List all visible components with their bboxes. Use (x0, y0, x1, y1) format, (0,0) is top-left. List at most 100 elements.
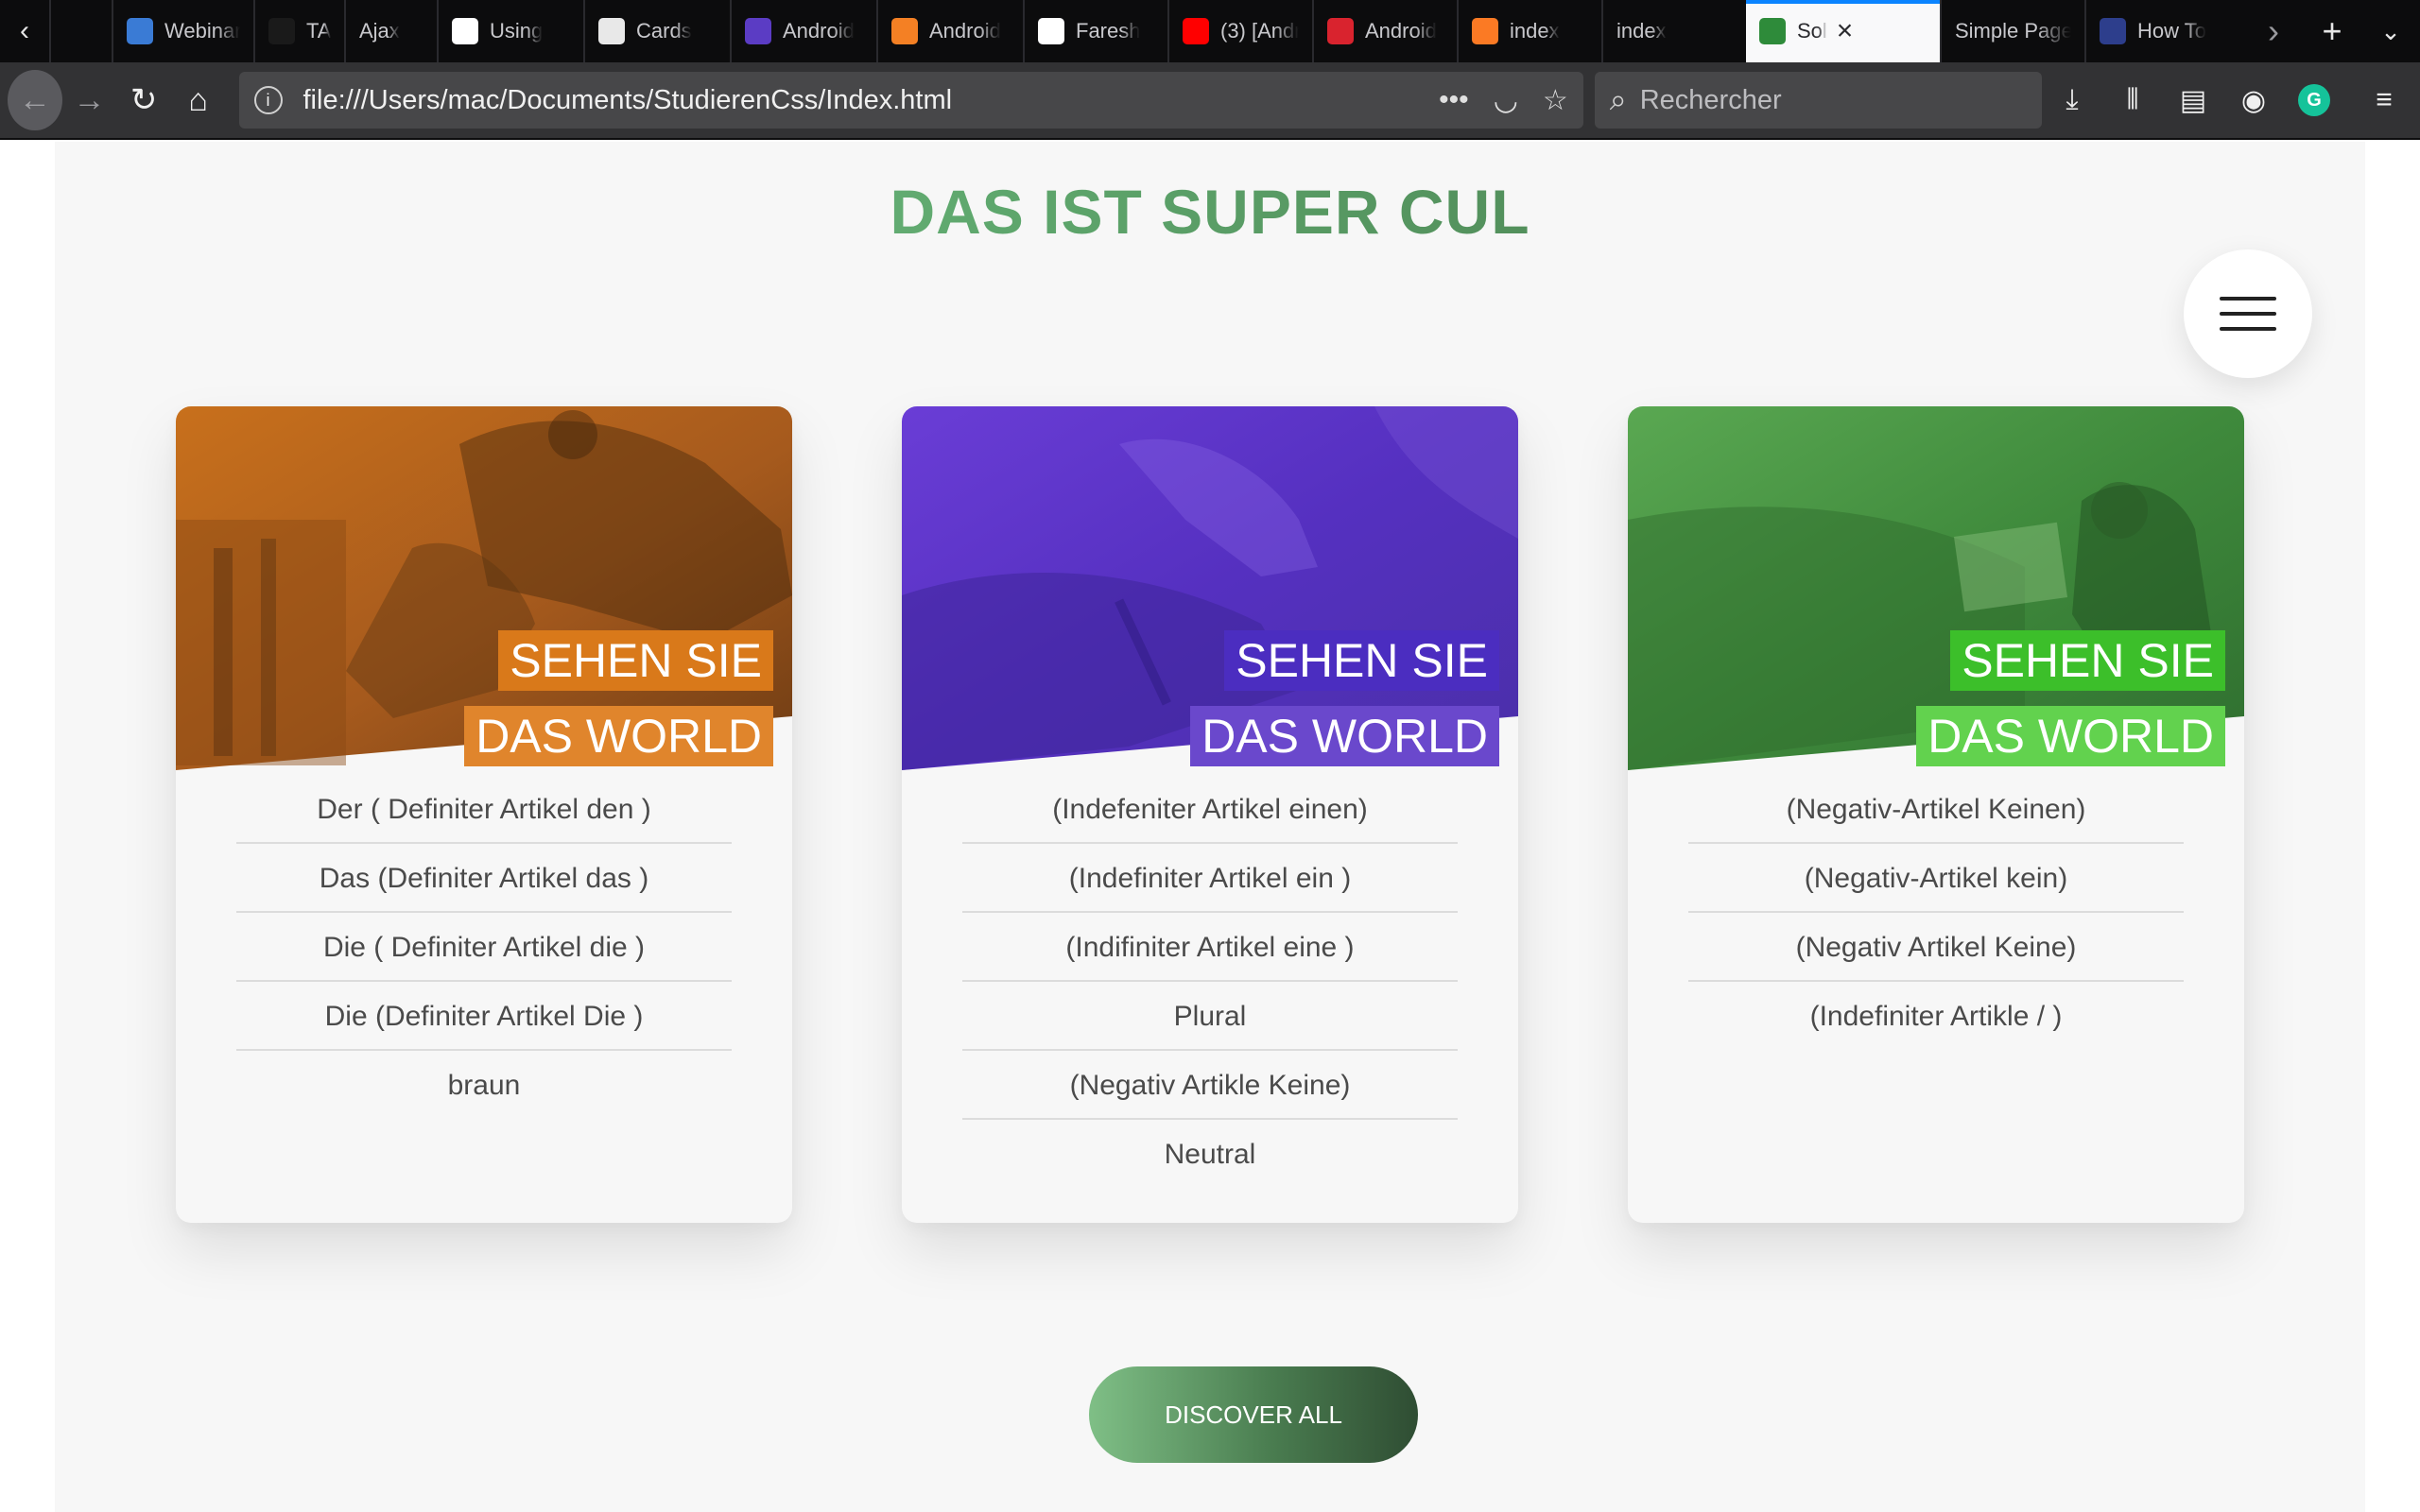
browser-tab[interactable]: Ajax (344, 0, 437, 62)
browser-tab[interactable]: index (1601, 0, 1746, 62)
browser-tab[interactable]: (3) [Android (1167, 0, 1312, 62)
back-button[interactable]: ← (8, 70, 62, 130)
ta-icon (268, 18, 295, 44)
tabs-scroll-right-icon[interactable]: › (2244, 11, 2303, 51)
tab-label: Simple Page (1955, 19, 2071, 43)
browser-tab[interactable]: الـ (49, 0, 112, 62)
sidebar-icon[interactable]: ▤ (2163, 70, 2223, 130)
browser-tab[interactable]: Simple Page (1940, 0, 2084, 62)
card-3-list: (Negativ-Artikel Keinen) (Negativ-Artikel… (1688, 775, 2184, 1051)
tab-label: Android (1365, 19, 1437, 43)
discover-all-button[interactable]: DISCOVER ALL (1089, 1366, 1418, 1463)
forward-button[interactable]: → (62, 70, 117, 130)
c-logo-icon (452, 18, 478, 44)
list-item: Die ( Definiter Artikel die ) (236, 913, 732, 982)
library-icon[interactable]: ⫴ (2102, 70, 2163, 130)
github-icon (1038, 18, 1064, 44)
grammarly-extension-icon[interactable]: G (2284, 70, 2344, 130)
browser-tab[interactable]: Android (730, 0, 876, 62)
cards-icon (598, 18, 625, 44)
downloads-icon[interactable]: ⤓ (2042, 70, 2102, 130)
tab-tools: › + ⌄ (2244, 0, 2420, 62)
youtube-icon (1183, 18, 1209, 44)
tab-label: Cards (636, 19, 692, 43)
hamburger-menu-icon[interactable]: ≡ (2354, 70, 2414, 130)
toolbar-right: ⤓ ⫴ ▤ ◉ G ≡ (2042, 70, 2420, 130)
card-1-label-line2: DAS WORLD (464, 706, 773, 766)
navigation-toolbar: ← → ↻ ⌂ i file:///Users/mac/Documents/St… (0, 62, 2420, 140)
card-2-image: SEHEN SIE DAS WORLD (902, 406, 1518, 770)
tab-label: (3) [Android (1220, 19, 1299, 43)
card-2: SEHEN SIE DAS WORLD (Indefeniter Artikel… (902, 406, 1518, 1223)
close-tab-icon[interactable]: × (1837, 15, 1854, 47)
bookmark-star-icon[interactable]: ☆ (1543, 84, 1568, 117)
xampp-icon (1472, 18, 1498, 44)
webinar-icon (127, 18, 153, 44)
chevron-down-icon[interactable]: ⌄ (2361, 17, 2420, 46)
reload-button[interactable]: ↻ (116, 70, 171, 130)
tab-label: Webinar (164, 19, 240, 43)
tab-label: Android (929, 19, 1001, 43)
account-icon[interactable]: ◉ (2223, 70, 2284, 130)
browser-tab[interactable]: Using (437, 0, 583, 62)
page-viewport: DAS IST SUPER CUL SEHEN SIE DAS WORLD De… (0, 142, 2420, 1512)
tab-label: How To (2137, 19, 2206, 43)
card-2-label-line1: SEHEN SIE (1224, 630, 1499, 691)
new-tab-button[interactable]: + (2303, 11, 2361, 51)
browser-tab[interactable]: index (1457, 0, 1601, 62)
tab-label: TA Hiring (306, 19, 331, 43)
arabic-page-icon (64, 18, 91, 44)
tab-label: Ajax (359, 19, 400, 43)
tab-label: index (1510, 19, 1560, 43)
stackoverflow-icon (891, 18, 918, 44)
browser-tab[interactable]: Sol × (1746, 0, 1940, 62)
card-3: SEHEN SIE DAS WORLD (Negativ-Artikel Kei… (1628, 406, 2244, 1223)
hamburger-line (2220, 327, 2276, 331)
list-item: braun (447, 1070, 521, 1101)
list-item: Die (Definiter Artikel Die ) (236, 982, 732, 1051)
browser-tab[interactable]: Android (1312, 0, 1457, 62)
browser-tab[interactable]: TA Hiring (253, 0, 344, 62)
menu-button[interactable] (2184, 249, 2312, 378)
hamburger-line (2220, 312, 2276, 316)
browser-tab[interactable]: Webinar (112, 0, 253, 62)
page-title: DAS IST SUPER CUL (0, 176, 2420, 248)
list-item: Neutral (1164, 1139, 1256, 1170)
address-bar[interactable]: i file:///Users/mac/Documents/StudierenC… (238, 72, 1583, 129)
url-text[interactable]: file:///Users/mac/Documents/StudierenCss… (303, 85, 1415, 116)
card-2-list: (Indefeniter Artikel einen) (Indefiniter … (962, 775, 1458, 1189)
tab-bar: ‹ الـ Webinar TA Hiring Ajax Using Cards Andro… (0, 0, 2420, 62)
card-1-list: Der ( Definiter Artikel den ) Das (Defini… (236, 775, 732, 1120)
list-item: (Indifiniter Artikel eine ) (962, 913, 1458, 982)
list-item: (Negativ Artikel Keine) (1688, 913, 2184, 982)
list-item: Plural (962, 982, 1458, 1051)
search-placeholder[interactable]: Rechercher (1640, 85, 1782, 116)
d-logo-icon (745, 18, 771, 44)
search-bar[interactable]: ⌕ Rechercher (1594, 72, 2042, 129)
browser-tab[interactable]: Android (876, 0, 1023, 62)
card-1-image: SEHEN SIE DAS WORLD (176, 406, 792, 770)
sol-icon (1759, 18, 1786, 44)
list-item: (Negativ Artikle Keine) (962, 1051, 1458, 1120)
tab-label: Faresh (1076, 19, 1141, 43)
list-item: Das (Definiter Artikel das ) (236, 844, 732, 913)
page-actions-icon[interactable]: ••• (1439, 84, 1469, 116)
list-item: Der ( Definiter Artikel den ) (236, 775, 732, 844)
pocket-icon[interactable]: ◡ (1494, 84, 1518, 117)
tab-label: Sol (1797, 19, 1827, 43)
hamburger-line (2220, 297, 2276, 301)
card-3-image: SEHEN SIE DAS WORLD (1628, 406, 2244, 770)
browser-tab[interactable]: Cards (583, 0, 730, 62)
android-red-icon (1327, 18, 1354, 44)
home-button[interactable]: ⌂ (171, 70, 226, 130)
search-icon: ⌕ (1609, 82, 1627, 116)
tab-label: Android (783, 19, 855, 43)
tabs-scroll-left-icon[interactable]: ‹ (0, 0, 49, 62)
browser-tab[interactable]: How To (2084, 0, 2229, 62)
site-info-icon[interactable]: i (253, 86, 283, 114)
card-1-label-line1: SEHEN SIE (498, 630, 773, 691)
card-3-label-line1: SEHEN SIE (1950, 630, 2225, 691)
tab-label: index (1616, 19, 1667, 43)
browser-tab[interactable]: Faresh (1023, 0, 1167, 62)
card-1: SEHEN SIE DAS WORLD Der ( Definiter Arti… (176, 406, 792, 1223)
